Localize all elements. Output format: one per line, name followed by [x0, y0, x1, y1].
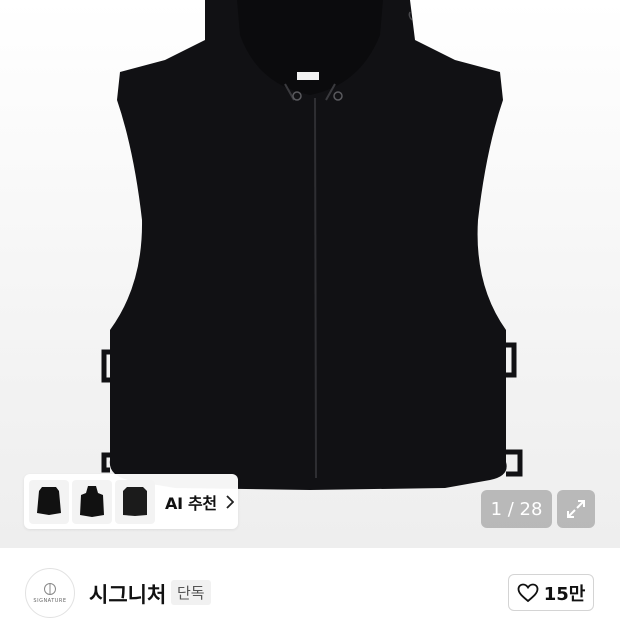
like-button[interactable]: 15만	[508, 574, 594, 611]
exclusive-badge: 단독	[171, 580, 211, 605]
expand-icon	[567, 500, 585, 518]
ai-recommend-label[interactable]: AI 추천	[165, 490, 217, 514]
brand-logo[interactable]: SIGNATURE	[25, 568, 75, 618]
thumbnail-vest-1[interactable]	[29, 479, 69, 524]
brand-name[interactable]: 시그니처	[89, 579, 166, 609]
chevron-right-icon[interactable]	[226, 494, 234, 509]
thumbnail-hooded-vest[interactable]	[72, 479, 112, 524]
product-image-gallery[interactable]: AI 추천 1 / 28	[0, 0, 620, 548]
image-counter: 1 / 28	[481, 490, 552, 528]
brand-logo-text: SIGNATURE	[33, 598, 67, 604]
product-image[interactable]	[0, 0, 620, 548]
expand-button[interactable]	[557, 490, 595, 528]
like-count: 15만	[543, 583, 586, 605]
ai-recommend-panel[interactable]: AI 추천	[24, 474, 238, 529]
thumbnail-vest-3[interactable]	[115, 479, 155, 524]
heart-icon	[517, 583, 539, 602]
